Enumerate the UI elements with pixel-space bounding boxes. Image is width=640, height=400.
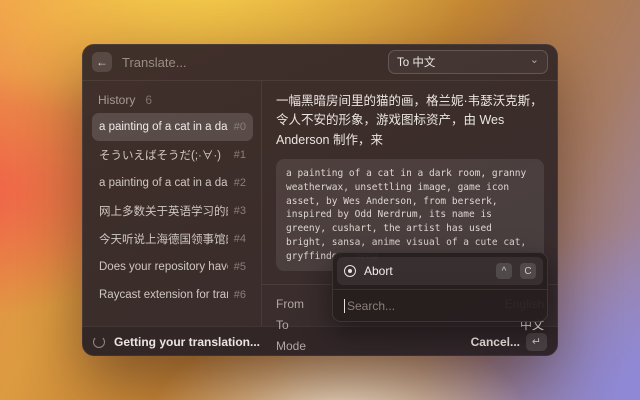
shortcut-c-key: C [520, 263, 536, 279]
target-language-select[interactable]: To 中文 ⌄ [388, 50, 548, 74]
history-count: 6 [145, 93, 152, 107]
metadata-label: Mode [276, 339, 306, 353]
history-header: History 6 [92, 89, 253, 113]
shortcut-ctrl-key: ^ [496, 263, 512, 279]
chevron-down-icon: ⌄ [530, 55, 539, 66]
action-menu-search-input[interactable]: Search... [333, 290, 547, 321]
history-item-index: #0 [234, 121, 246, 133]
history-item-index: #3 [234, 205, 246, 217]
history-title: History [98, 93, 135, 107]
history-item-label: 网上多数关于英语学习的的分享，都... [99, 203, 228, 219]
history-item[interactable]: Does your repository have so man... #5 [92, 253, 253, 281]
action-menu-item-abort[interactable]: Abort ^ C [337, 257, 543, 285]
history-item-index: #5 [234, 261, 246, 273]
search-placeholder: Search... [347, 299, 395, 313]
action-menu-list: Abort ^ C [333, 253, 547, 289]
metadata-label: To [276, 318, 289, 332]
history-item[interactable]: 网上多数关于英语学习的的分享，都... #3 [92, 197, 253, 225]
history-item-label: Does your repository have so man... [99, 261, 228, 273]
history-item[interactable]: a painting of a cat in a dark room,... #… [92, 169, 253, 197]
main-content: History 6 a painting of a cat in a dark … [82, 81, 558, 326]
history-item[interactable]: a painting of a cat in a dark room,... #… [92, 113, 253, 141]
history-item-index: #2 [234, 177, 246, 189]
history-panel: History 6 a painting of a cat in a dark … [82, 81, 262, 326]
history-item-label: a painting of a cat in a dark room,... [99, 121, 228, 133]
back-button[interactable]: ← [92, 52, 112, 72]
history-item-label: a painting of a cat in a dark room,... [99, 177, 228, 189]
abort-circle-dot-icon [344, 265, 356, 277]
history-item-index: #6 [234, 289, 246, 301]
target-language-value: To 中文 [397, 54, 530, 70]
history-item-label: 今天听说上海德国领事馆的签证预约... [99, 231, 228, 247]
window-header: ← Translate... To 中文 ⌄ [82, 44, 558, 80]
history-item[interactable]: 今天听说上海德国领事馆的签证预约... #4 [92, 225, 253, 253]
metadata-row-mode: Mode [276, 335, 544, 356]
history-item-label: Raycast extension for translation... [99, 289, 228, 301]
back-arrow-icon: ← [96, 55, 108, 69]
translation-result-text: 一幅黑暗房间里的猫的画，格兰妮·韦瑟沃克斯，令人不安的形象，游戏图标资产，由 W… [276, 92, 544, 150]
status-text: Getting your translation... [114, 335, 260, 349]
action-menu-popup: Abort ^ C Search... [332, 252, 548, 322]
translate-window: ← Translate... To 中文 ⌄ History 6 a paint… [82, 44, 558, 356]
history-item-index: #4 [234, 233, 246, 245]
action-menu-item-label: Abort [364, 264, 488, 278]
history-item[interactable]: そういえばそうだ(;·∀·) #1 [92, 141, 253, 169]
command-title: Translate... [122, 55, 187, 70]
text-cursor [344, 299, 345, 313]
loading-spinner-icon [93, 336, 105, 348]
history-item-index: #1 [234, 149, 246, 161]
metadata-label: From [276, 297, 304, 311]
history-item[interactable]: Raycast extension for translation... #6 [92, 281, 253, 309]
history-item-label: そういえばそうだ(;·∀·) [99, 147, 228, 163]
